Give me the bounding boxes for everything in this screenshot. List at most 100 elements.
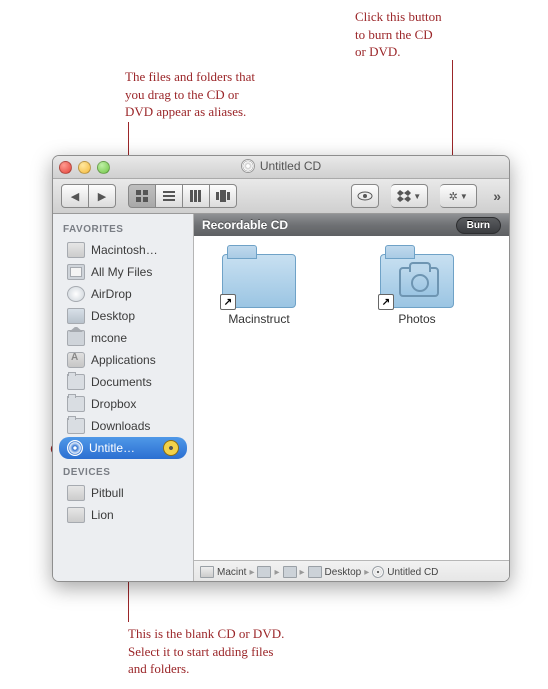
applications-icon — [67, 352, 85, 368]
favorites-heading: FAVORITES — [53, 220, 193, 239]
hd-icon — [67, 485, 85, 501]
view-buttons — [128, 184, 237, 208]
action-button[interactable]: ✲ ▼ — [440, 184, 477, 208]
sidebar-label: Desktop — [91, 309, 135, 323]
folder-icon — [67, 396, 85, 412]
burn-icon[interactable] — [163, 440, 179, 456]
sidebar-item-mcone[interactable]: mcone — [53, 327, 193, 349]
window-title-text: Untitled CD — [260, 159, 321, 173]
column-view-icon — [190, 190, 202, 202]
sidebar-item-dropbox[interactable]: Dropbox — [53, 393, 193, 415]
quicklook-button[interactable] — [351, 184, 379, 208]
dropbox-icon — [397, 190, 411, 202]
chevron-down-icon: ▼ — [460, 192, 468, 201]
window-title: Untitled CD — [53, 159, 509, 173]
sidebar-label: Dropbox — [91, 397, 136, 411]
sidebar-label: Untitle… — [89, 441, 157, 455]
chevron-down-icon: ▼ — [413, 192, 421, 201]
chevron-right-icon: ▸ — [300, 567, 305, 578]
annotation-aliases: The files and folders thatyou drag to th… — [125, 68, 325, 121]
icon-view-icon — [136, 190, 148, 202]
burn-button[interactable]: Burn — [456, 217, 501, 234]
eye-icon — [357, 191, 373, 201]
crumb-label: Macint — [217, 567, 246, 578]
crumb-desktop[interactable]: Desktop — [308, 566, 362, 578]
sidebar-item-desktop[interactable]: Desktop — [53, 305, 193, 327]
crumb-macintosh-hd[interactable]: Macint — [200, 566, 246, 578]
crumb-untitled-cd[interactable]: Untitled CD — [372, 566, 438, 578]
crumb-label: Desktop — [325, 567, 362, 578]
files-icon — [67, 264, 85, 280]
hd-icon — [67, 242, 85, 258]
window-body: FAVORITES Macintosh… All My Files AirDro… — [53, 214, 509, 582]
folder-icon: ↗ — [222, 254, 296, 308]
sidebar-item-applications[interactable]: Applications — [53, 349, 193, 371]
folder-icon — [308, 566, 322, 578]
dropbox-button[interactable]: ▼ — [391, 184, 428, 208]
alias-badge-icon: ↗ — [220, 294, 236, 310]
annotation-blank-disc: This is the blank CD or DVD.Select it to… — [128, 625, 348, 678]
disc-icon — [67, 440, 83, 456]
folder-icon — [257, 566, 271, 578]
sidebar-item-airdrop[interactable]: AirDrop — [53, 283, 193, 305]
annotation-burn: Click this buttonto burn the CDor DVD. — [355, 8, 505, 61]
icon-area[interactable]: ↗ Macinstruct ↗ Photos — [194, 236, 509, 560]
crumb-mcone[interactable] — [283, 566, 297, 578]
sidebar-item-downloads[interactable]: Downloads — [53, 415, 193, 437]
devices-heading: DEVICES — [53, 463, 193, 482]
desktop-icon — [67, 308, 85, 324]
home-icon — [67, 330, 85, 346]
pathbar: Macint ▸ ▸ ▸ Desktop ▸ Untitled CD — [194, 560, 509, 582]
toolbar-overflow[interactable]: » — [489, 188, 501, 204]
sidebar-item-macintosh-hd[interactable]: Macintosh… — [53, 239, 193, 261]
crumb-label: Untitled CD — [387, 567, 438, 578]
chevron-right-icon: ▸ — [274, 567, 279, 578]
column-view-button[interactable] — [183, 184, 210, 208]
folder-photos-icon: ↗ — [380, 254, 454, 308]
content-header-title: Recordable CD — [202, 218, 288, 232]
gear-icon: ✲ — [449, 190, 458, 203]
sidebar-item-documents[interactable]: Documents — [53, 371, 193, 393]
sidebar: FAVORITES Macintosh… All My Files AirDro… — [53, 214, 194, 582]
disc-icon — [241, 159, 255, 173]
sidebar-item-pitbull[interactable]: Pitbull — [53, 482, 193, 504]
item-label: Macinstruct — [228, 312, 289, 326]
sidebar-item-untitled-cd[interactable]: Untitle… — [59, 437, 187, 459]
toolbar: ◀ ▶ ▼ ✲ ▼ » — [53, 179, 509, 214]
nav-buttons: ◀ ▶ — [61, 184, 116, 208]
coverflow-view-icon — [216, 190, 230, 202]
sidebar-item-all-my-files[interactable]: All My Files — [53, 261, 193, 283]
list-view-button[interactable] — [156, 184, 183, 208]
sidebar-label: Pitbull — [91, 486, 124, 500]
sidebar-label: Documents — [91, 375, 152, 389]
item-macinstruct[interactable]: ↗ Macinstruct — [204, 254, 314, 326]
sidebar-label: Applications — [91, 353, 156, 367]
sidebar-label: mcone — [91, 331, 127, 345]
folder-icon — [67, 374, 85, 390]
sidebar-label: All My Files — [91, 265, 152, 279]
home-icon — [283, 566, 297, 578]
item-photos[interactable]: ↗ Photos — [362, 254, 472, 326]
sidebar-label: Downloads — [91, 419, 150, 433]
finder-window: Untitled CD ◀ ▶ ▼ — [52, 155, 510, 582]
disc-icon — [372, 566, 384, 578]
sidebar-label: AirDrop — [91, 287, 132, 301]
sidebar-item-lion[interactable]: Lion — [53, 504, 193, 526]
chevron-right-icon: ▸ — [249, 567, 254, 578]
coverflow-view-button[interactable] — [210, 184, 237, 208]
list-view-icon — [163, 190, 175, 202]
back-button[interactable]: ◀ — [61, 184, 89, 208]
sidebar-label: Macintosh… — [91, 243, 158, 257]
chevron-right-icon: ▸ — [364, 567, 369, 578]
folder-icon — [67, 418, 85, 434]
sidebar-label: Lion — [91, 508, 114, 522]
content-header: Recordable CD Burn — [194, 214, 509, 236]
forward-button[interactable]: ▶ — [89, 184, 116, 208]
crumb-users[interactable] — [257, 566, 271, 578]
alias-badge-icon: ↗ — [378, 294, 394, 310]
content-pane: Recordable CD Burn ↗ Macinstruct ↗ Photo… — [194, 214, 509, 582]
icon-view-button[interactable] — [128, 184, 156, 208]
hd-icon — [67, 507, 85, 523]
airdrop-icon — [67, 286, 85, 302]
hd-icon — [200, 566, 214, 578]
